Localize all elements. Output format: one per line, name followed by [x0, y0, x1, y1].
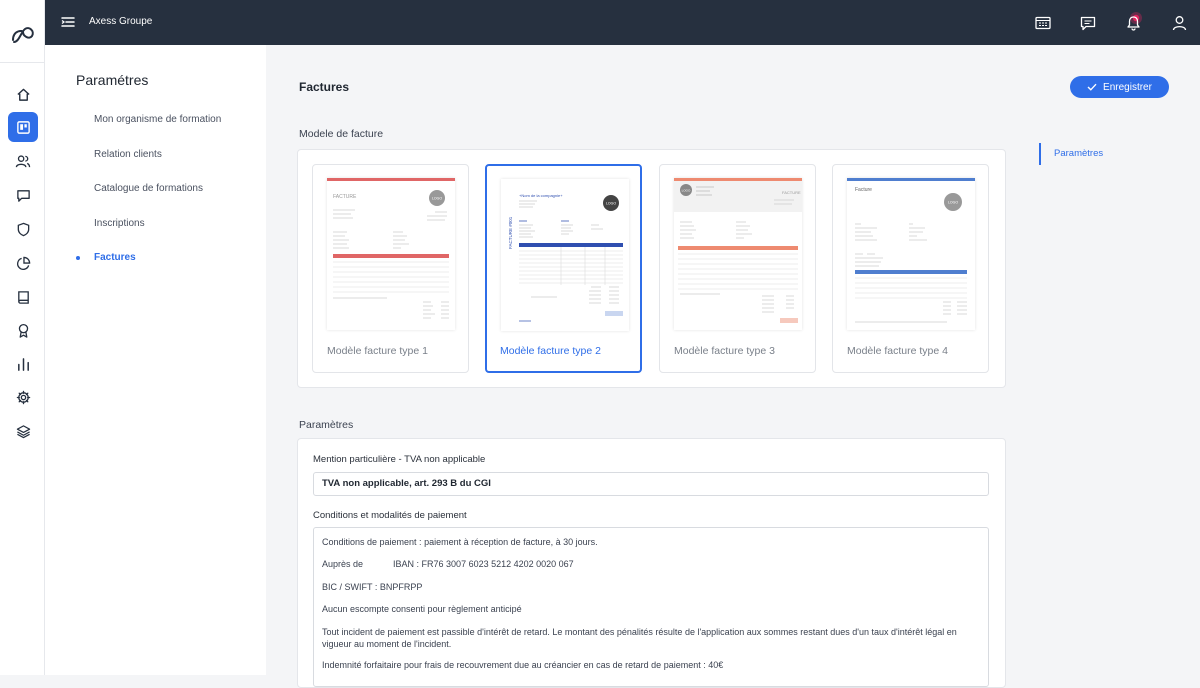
template-section-label: Modele de facture [299, 128, 384, 140]
conditions-line-1: Conditions de paiement : paiement à réce… [322, 537, 598, 547]
conditions-label: Conditions et modalités de paiement [313, 510, 467, 521]
calendar-icon[interactable] [1034, 14, 1052, 32]
t3-title: FACTURE [782, 190, 801, 195]
t2-title: FACTURE #001 [508, 216, 513, 249]
dashboard-icon[interactable] [8, 112, 38, 142]
conditions-line-4: Aucun escompte consenti pour règlement a… [322, 604, 522, 614]
nav-item-catalogue[interactable]: Catalogue de formations [94, 183, 203, 194]
icon-rail [0, 0, 45, 675]
nav-item-mon-organisme[interactable]: Mon organisme de formation [94, 114, 221, 125]
conditions-textarea[interactable]: Conditions de paiement : paiement à réce… [313, 527, 989, 687]
settings-title: Paramétres [76, 72, 149, 88]
template-2-name: Modèle facture type 2 [500, 345, 601, 357]
layers-icon[interactable] [8, 416, 38, 446]
nav-item-relation-clients[interactable]: Relation clients [94, 149, 162, 160]
conditions-line-2: Auprès de IBAN : FR76 3007 6023 5212 420… [322, 559, 574, 569]
mention-input[interactable]: TVA non applicable, art. 293 B du CGI [313, 472, 989, 496]
t2-logo: LOGO [606, 202, 616, 206]
settings-icon[interactable] [8, 382, 38, 412]
users-icon[interactable] [8, 146, 38, 176]
conditions-line-3: BIC / SWIFT : BNPFRPP [322, 582, 423, 592]
t4-title: Facture [855, 187, 872, 193]
rail-divider [0, 62, 45, 63]
save-button-label: Enregistrer [1103, 81, 1152, 93]
nav-item-factures[interactable]: Factures [94, 252, 136, 263]
settings-sidebar: Paramétres Mon organisme de formation Re… [45, 45, 266, 675]
template-3-name: Modèle facture type 3 [674, 345, 775, 357]
template-1-preview: FACTURE LOGO [327, 178, 455, 330]
app-logo-icon[interactable] [9, 18, 37, 46]
home-icon[interactable] [8, 79, 38, 109]
messages-icon[interactable] [1079, 14, 1097, 32]
top-bar: Axess Groupe [45, 0, 1200, 45]
template-2-preview: +Nom de la compagnie+ LOGO FACTURE #001 [501, 179, 629, 331]
award-icon[interactable] [8, 315, 38, 345]
conditions-line-5: Tout incident de paiement est passible d… [322, 627, 957, 649]
template-4-preview: Facture LOGO [847, 178, 975, 330]
t1-logo: LOGO [432, 197, 442, 201]
active-indicator-dot [76, 256, 80, 260]
t4-logo: LOGO [948, 201, 958, 205]
notifications-bell-icon[interactable] [1124, 12, 1142, 32]
book-icon[interactable] [8, 282, 38, 312]
user-profile-icon[interactable] [1170, 14, 1188, 32]
template-option-3[interactable]: LOGO FACTURE Modèle facture type 3 [659, 164, 816, 373]
template-option-1[interactable]: FACTURE LOGO Modèle facture type 1 [312, 164, 469, 373]
check-icon [1087, 83, 1097, 91]
params-section-label: Paramètres [299, 419, 354, 431]
template-3-preview: LOGO FACTURE [674, 178, 802, 330]
template-1-name: Modèle facture type 1 [327, 345, 428, 357]
save-button[interactable]: Enregistrer [1070, 76, 1169, 98]
conditions-line-6: Indemnité forfaitaire pour frais de reco… [322, 660, 724, 670]
pie-chart-icon[interactable] [8, 248, 38, 278]
right-nav-parametres[interactable]: Paramètres [1039, 143, 1103, 165]
page-title: Factures [299, 80, 350, 94]
template-option-4[interactable]: Facture LOGO Modèle facture type 4 [832, 164, 989, 373]
mention-label: Mention particulière - TVA non applicabl… [313, 454, 486, 465]
nav-item-inscriptions[interactable]: Inscriptions [94, 218, 145, 229]
organization-name: Axess Groupe [89, 16, 153, 27]
template-4-name: Modèle facture type 4 [847, 345, 948, 357]
menu-toggle-icon[interactable] [61, 15, 75, 29]
t1-title: FACTURE [333, 194, 357, 200]
t2-company: +Nom de la compagnie+ [519, 193, 563, 198]
template-option-2[interactable]: +Nom de la compagnie+ LOGO FACTURE #001 … [485, 164, 642, 373]
chat-icon[interactable] [8, 180, 38, 210]
t3-logo: LOGO [682, 189, 691, 193]
bar-chart-icon[interactable] [8, 349, 38, 379]
shield-icon[interactable] [8, 214, 38, 244]
